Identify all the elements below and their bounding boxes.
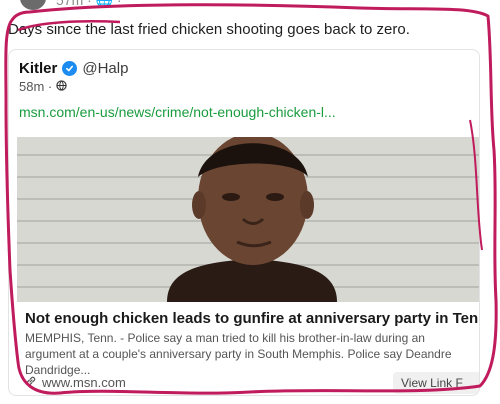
globe-icon [56, 79, 67, 94]
article-title[interactable]: Not enough chicken leads to gunfire at a… [25, 310, 479, 327]
article-description: MEMPHIS, Tenn. - Police say a man tried … [25, 331, 452, 377]
quoted-post-card[interactable]: Kitler @Halp 58m · msn.com/en-us/news/cr… [8, 49, 480, 396]
post-meta: 57m · 🌐 · [56, 0, 122, 8]
view-link-button[interactable]: View Link F [393, 372, 479, 394]
avatar[interactable] [20, 0, 46, 10]
post-text: Days since the last fried chicken shooti… [8, 21, 410, 38]
quoted-timestamp: 58m · [19, 78, 53, 94]
previous-post-strip: 57m · 🌐 · [0, 0, 500, 12]
link-icon [25, 375, 37, 390]
link-preview-card[interactable]: Not enough chicken leads to gunfire at a… [17, 137, 479, 395]
quoted-author-handle[interactable]: @Halp [82, 60, 128, 77]
verified-badge-icon [62, 60, 78, 76]
article-photo[interactable] [17, 137, 479, 302]
quoted-author-row: Kitler @Halp [19, 58, 128, 78]
mugshot-photo [17, 137, 479, 302]
quoted-meta-row: 58m · [19, 77, 67, 95]
article-link[interactable]: msn.com/en-us/news/crime/not-enough-chic… [19, 104, 336, 120]
article-source-domain: www.msn.com [42, 375, 126, 390]
article-source: www.msn.com [25, 375, 126, 390]
quoted-author-name[interactable]: Kitler [19, 60, 57, 77]
